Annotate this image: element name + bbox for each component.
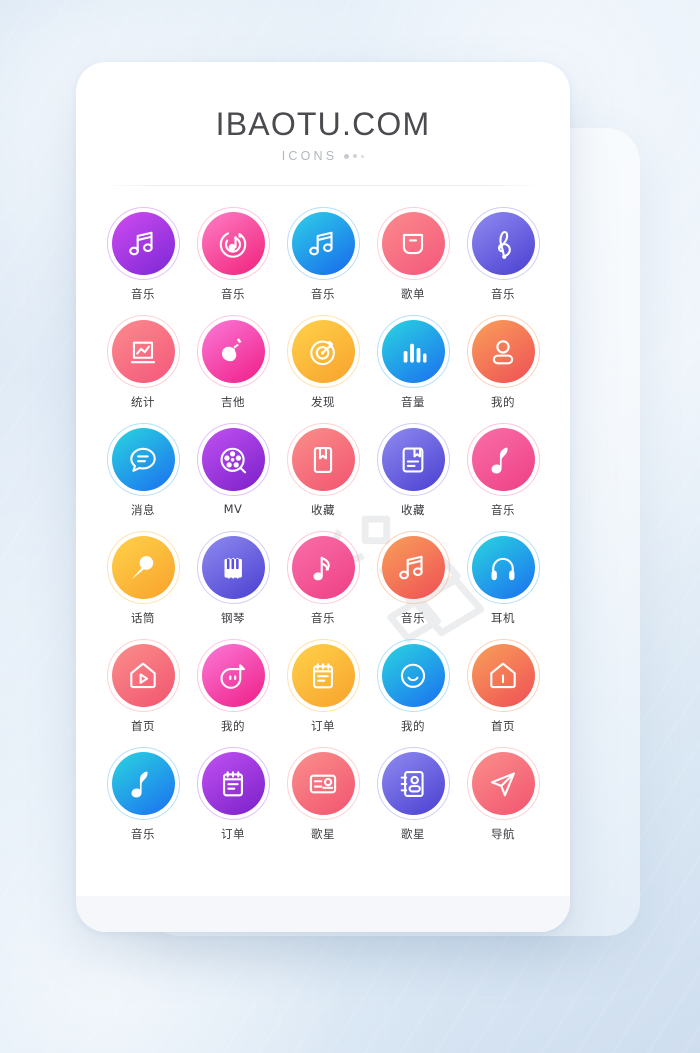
clipboard-icon[interactable] <box>286 639 360 712</box>
icon-cell[interactable]: 导航 <box>458 747 548 842</box>
header-divider <box>102 185 544 186</box>
icon-cell[interactable]: 首页 <box>458 639 548 734</box>
icon-cell[interactable]: 我的 <box>458 315 548 410</box>
icon-label: 音量 <box>401 395 425 409</box>
icon-label: 我的 <box>221 719 245 733</box>
icon-cell[interactable]: 话筒 <box>98 531 188 626</box>
smile-circle-icon[interactable] <box>376 639 450 712</box>
icon-cell[interactable]: 音乐 <box>458 423 548 518</box>
headphones-icon[interactable] <box>466 531 540 604</box>
user-profile-icon[interactable] <box>466 315 540 388</box>
icon-label: 首页 <box>491 719 515 733</box>
microphone-icon[interactable] <box>106 531 180 604</box>
playlist-card-icon[interactable] <box>376 207 450 280</box>
icon-label: 首页 <box>131 719 155 733</box>
flag-note-icon[interactable] <box>286 531 360 604</box>
icon-cell[interactable]: 耳机 <box>458 531 548 626</box>
bookmark-doc-icon[interactable] <box>376 423 450 496</box>
icon-cell[interactable]: 歌星 <box>278 747 368 842</box>
equalizer-bars-icon[interactable] <box>376 315 450 388</box>
icon-label: 订单 <box>221 827 245 841</box>
icon-cell[interactable]: 消息 <box>98 423 188 518</box>
icon-label: 钢琴 <box>221 611 245 625</box>
icon-label: 音乐 <box>491 287 515 301</box>
subtitle-dots-icon <box>344 153 365 159</box>
card-footer <box>76 896 570 932</box>
icon-cell[interactable]: 订单 <box>188 747 278 842</box>
clipboard-icon[interactable] <box>196 747 270 820</box>
icon-cell[interactable]: 吉他 <box>188 315 278 410</box>
icon-grid: 音乐 音乐 音乐 歌单 音乐 统计 吉他 发现 音量 我的 消息 MV 收藏 收藏 音乐 话筒 钢琴 音乐 音乐 耳机… <box>76 207 570 842</box>
icon-cell[interactable]: 收藏 <box>278 423 368 518</box>
id-card-icon[interactable] <box>286 747 360 820</box>
bookmark-card-icon[interactable] <box>286 423 360 496</box>
icon-cell[interactable]: 音乐 <box>458 207 548 302</box>
smiley-leaf-icon[interactable] <box>196 639 270 712</box>
page-title: IBAOTU.COM <box>215 106 431 142</box>
icon-cell[interactable]: MV <box>188 423 278 518</box>
chart-line-icon[interactable] <box>106 315 180 388</box>
icon-label: 收藏 <box>311 503 335 517</box>
page-subtitle-text: ICONS <box>281 149 338 163</box>
music-note-beam-icon[interactable] <box>376 531 450 604</box>
icon-label: 音乐 <box>131 287 155 301</box>
film-reel-icon[interactable] <box>196 423 270 496</box>
icon-label: 歌星 <box>401 827 425 841</box>
icon-label: 歌星 <box>311 827 335 841</box>
icon-label: 收藏 <box>401 503 425 517</box>
icon-label: 音乐 <box>311 287 335 301</box>
icon-label: 音乐 <box>491 503 515 517</box>
card-header: IBAOTU.COM ICONS <box>76 62 570 163</box>
piano-keys-icon[interactable] <box>196 531 270 604</box>
icon-cell[interactable]: 统计 <box>98 315 188 410</box>
treble-clef-icon[interactable] <box>466 207 540 280</box>
icon-cell[interactable]: 发现 <box>278 315 368 410</box>
icon-cell[interactable]: 音乐 <box>188 207 278 302</box>
icon-label: 订单 <box>311 719 335 733</box>
home-play-icon[interactable] <box>106 639 180 712</box>
icon-label: 导航 <box>491 827 515 841</box>
icon-cell[interactable]: 收藏 <box>368 423 458 518</box>
icon-label: 歌单 <box>401 287 425 301</box>
icon-label: 耳机 <box>491 611 515 625</box>
icon-label: 消息 <box>131 503 155 517</box>
icon-label: 音乐 <box>221 287 245 301</box>
navigation-arrow-icon[interactable] <box>466 747 540 820</box>
vinyl-record-icon[interactable] <box>196 207 270 280</box>
music-note-beam-icon[interactable] <box>286 207 360 280</box>
icon-cell[interactable]: 订单 <box>278 639 368 734</box>
icon-cell[interactable]: 首页 <box>98 639 188 734</box>
icon-cell[interactable]: 钢琴 <box>188 531 278 626</box>
icon-cell[interactable]: 歌星 <box>368 747 458 842</box>
icon-label: 音乐 <box>131 827 155 841</box>
icon-cell[interactable]: 我的 <box>188 639 278 734</box>
chat-bubble-icon[interactable] <box>106 423 180 496</box>
icon-label: 音乐 <box>311 611 335 625</box>
contact-book-icon[interactable] <box>376 747 450 820</box>
icon-label: 音乐 <box>401 611 425 625</box>
icon-label: 发现 <box>311 395 335 409</box>
icon-label: 我的 <box>491 395 515 409</box>
icon-set-card: IBAOTU.COM ICONS 音乐 音乐 音乐 歌单 音乐 统计 吉他 发现 音量 我的 消息 M… <box>76 62 570 932</box>
icon-label: 吉他 <box>221 395 245 409</box>
icon-label: 我的 <box>401 719 425 733</box>
page-subtitle: ICONS <box>76 149 570 163</box>
icon-cell[interactable]: 歌单 <box>368 207 458 302</box>
guitar-icon[interactable] <box>196 315 270 388</box>
icon-cell[interactable]: 音量 <box>368 315 458 410</box>
compass-target-icon[interactable] <box>286 315 360 388</box>
icon-cell[interactable]: 音乐 <box>368 531 458 626</box>
music-note-beam-icon[interactable] <box>106 207 180 280</box>
icon-label: 话筒 <box>131 611 155 625</box>
single-note-icon[interactable] <box>106 747 180 820</box>
icon-cell[interactable]: 音乐 <box>278 207 368 302</box>
home-door-icon[interactable] <box>466 639 540 712</box>
icon-cell[interactable]: 音乐 <box>98 747 188 842</box>
icon-label: MV <box>223 502 243 516</box>
icon-cell[interactable]: 我的 <box>368 639 458 734</box>
icon-cell[interactable]: 音乐 <box>278 531 368 626</box>
single-note-icon[interactable] <box>466 423 540 496</box>
icon-label: 统计 <box>131 395 155 409</box>
icon-cell[interactable]: 音乐 <box>98 207 188 302</box>
